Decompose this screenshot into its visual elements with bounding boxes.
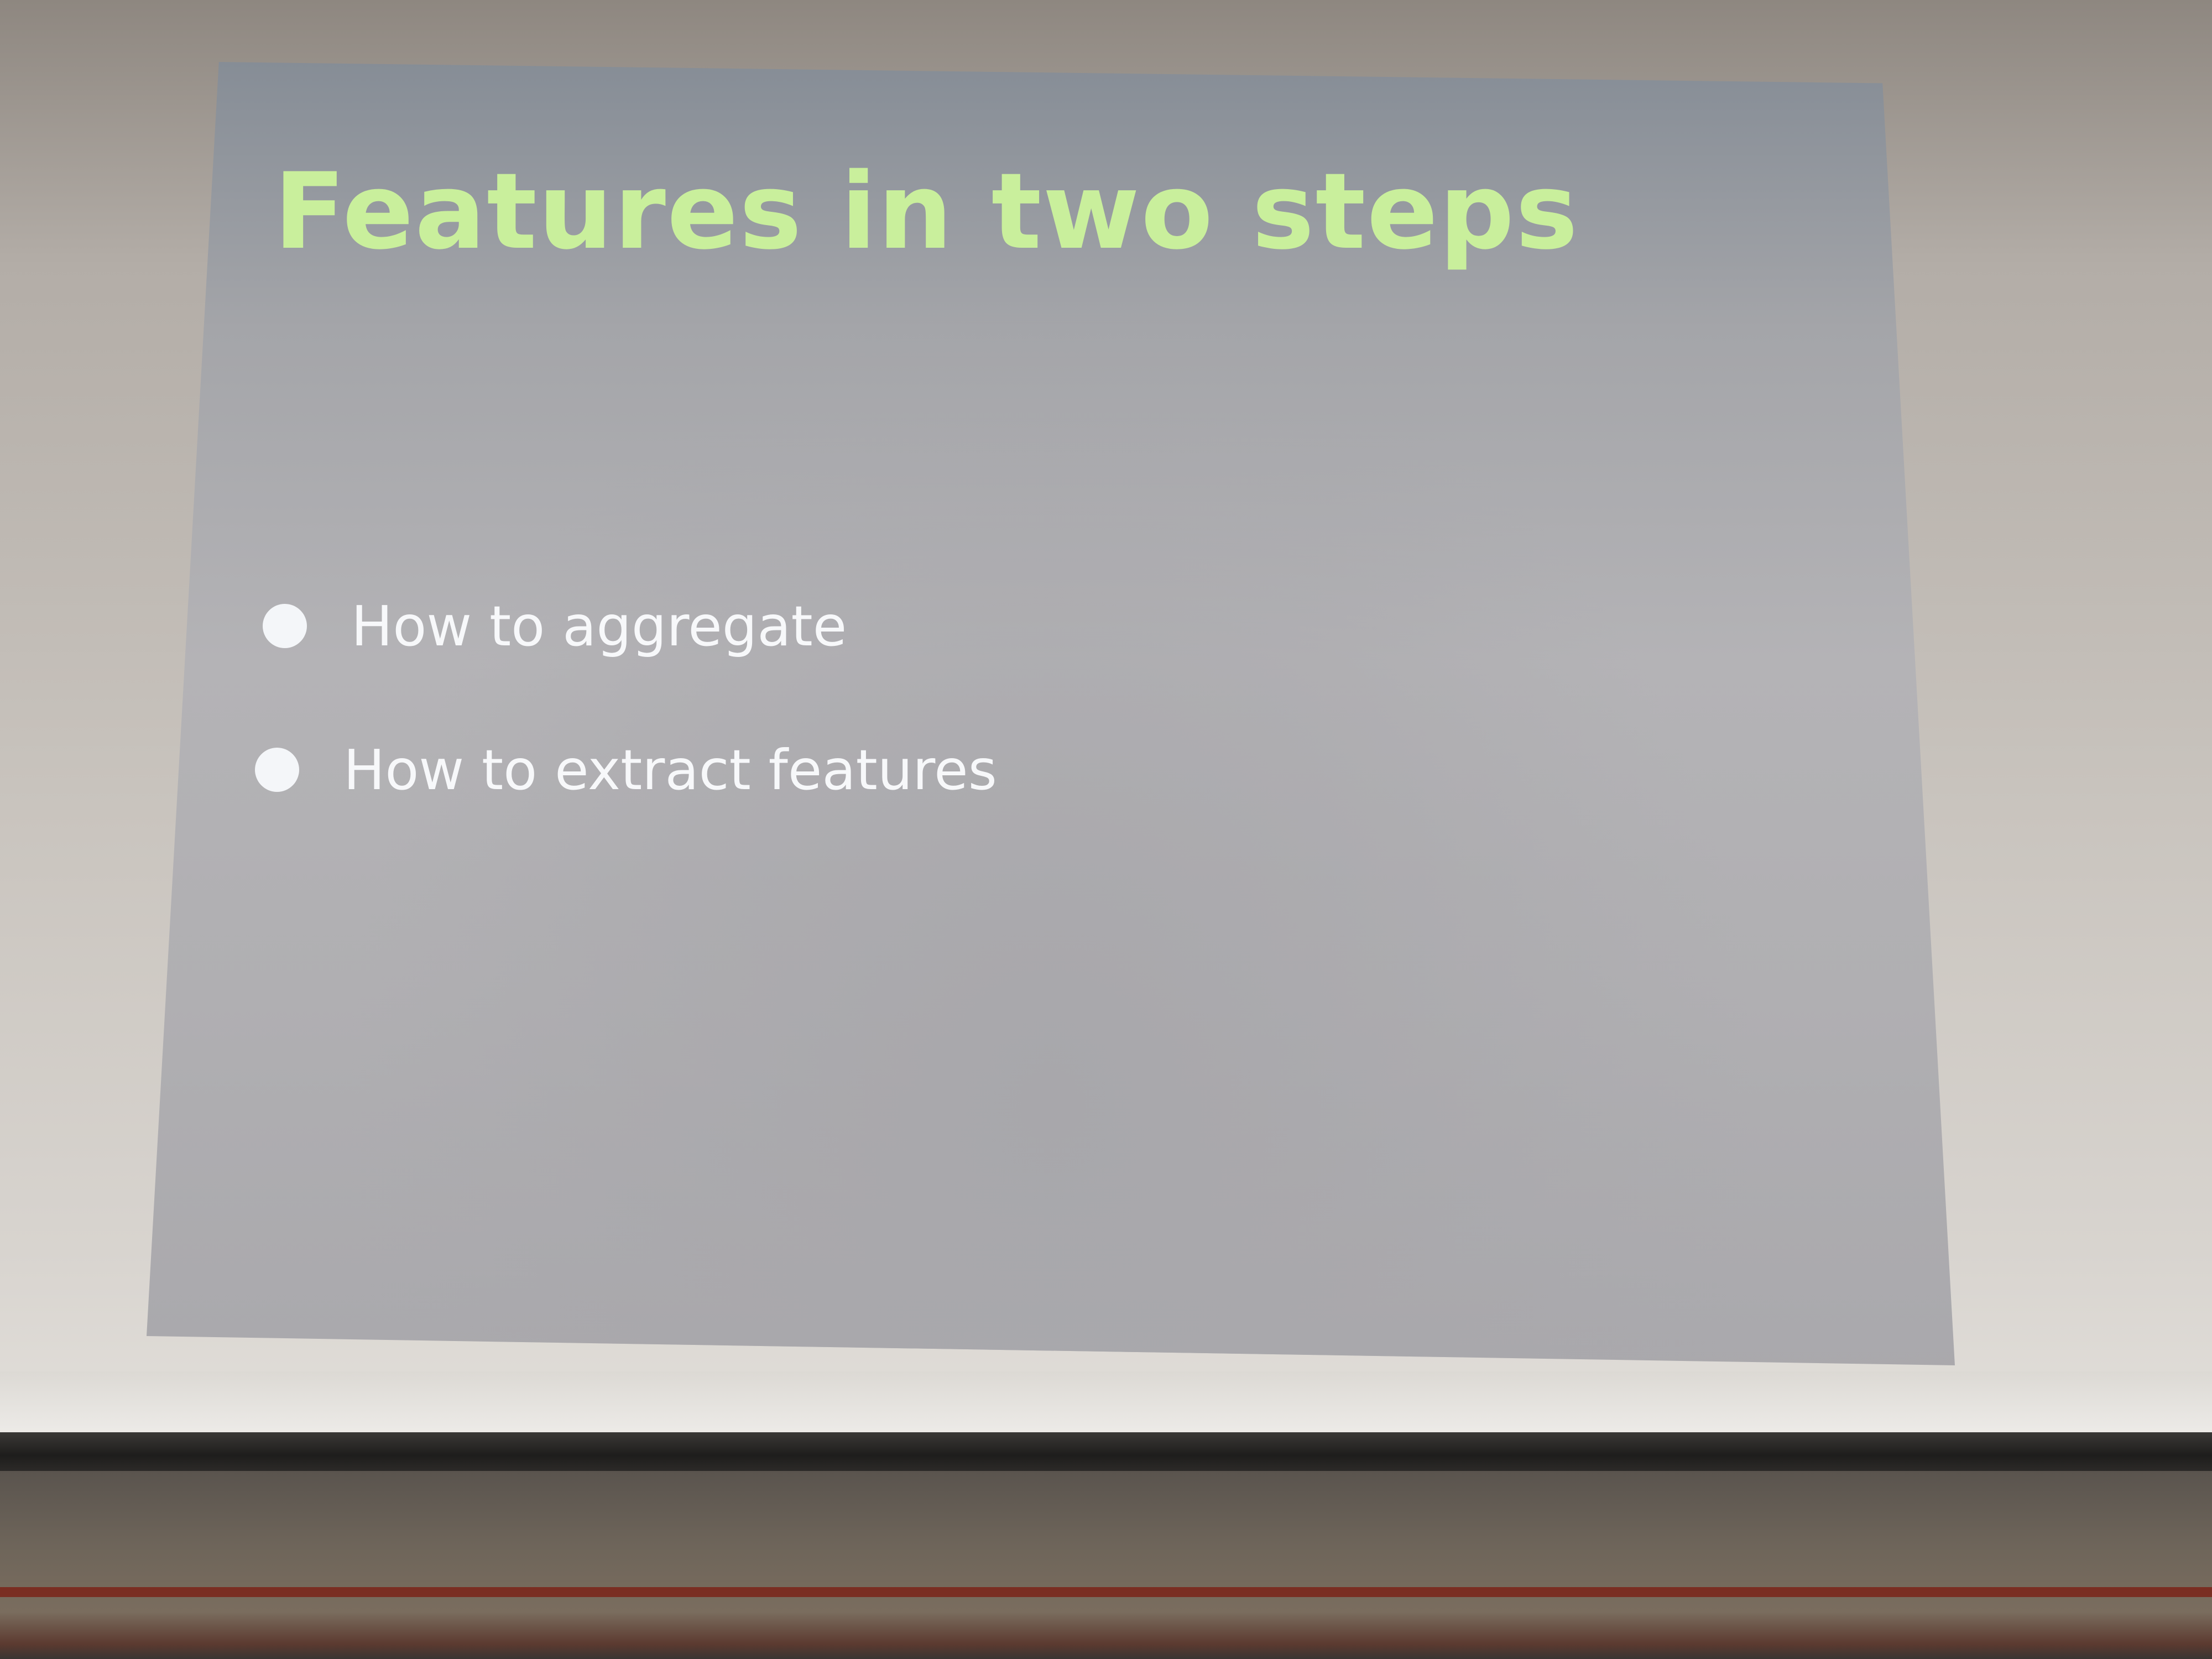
- wall-trim: [0, 1587, 2212, 1597]
- bullet-item: How to extract features: [255, 698, 997, 842]
- bullet-dot-icon: [255, 748, 299, 792]
- bullet-item: How to aggregate: [263, 554, 997, 698]
- screen-roller-bar: [0, 1432, 2212, 1471]
- lower-wall: [0, 1471, 2212, 1659]
- slide-title: Features in two steps: [274, 150, 1579, 273]
- bullet-dot-icon: [263, 604, 307, 648]
- projected-slide: Features in two steps How to aggregate H…: [147, 62, 1955, 1365]
- bullet-list: How to aggregate How to extract features: [255, 554, 997, 842]
- bullet-text: How to extract features: [343, 737, 997, 802]
- bullet-text: How to aggregate: [351, 593, 847, 659]
